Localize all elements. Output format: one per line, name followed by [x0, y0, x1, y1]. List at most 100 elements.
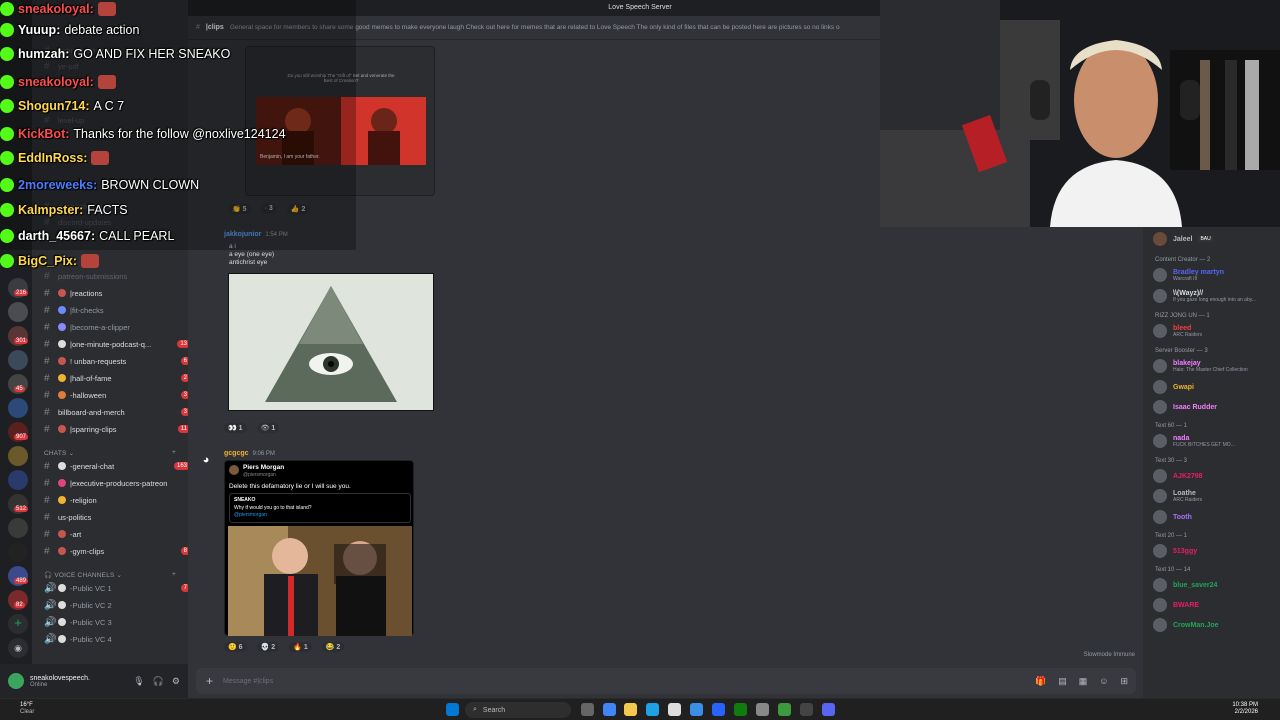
member-item[interactable]: AJK2798 [1153, 468, 1278, 484]
server-icon[interactable]: 489 [8, 566, 29, 586]
eye-pyramid-image[interactable] [228, 273, 434, 411]
category-chats[interactable]: CHATS ⌄ + [44, 449, 176, 457]
category-voice-channels[interactable]: 🎧 VOICE CHANNELS ⌄ + [44, 571, 176, 579]
app-icon[interactable] [756, 703, 769, 716]
channel-item-halloween[interactable]: # -halloween 3 [44, 387, 190, 403]
apps-icon[interactable]: ⊞ [1120, 676, 1128, 687]
voice-channel-item[interactable]: 🔊 -Public VC 3 [44, 614, 190, 630]
discord-avatar-icon[interactable]: ◕ [197, 451, 215, 469]
microphone-icon[interactable]: 🎙 [133, 676, 144, 687]
voice-channel-item[interactable]: 🔊 -Public VC 4 [44, 631, 190, 647]
app-icon[interactable] [690, 703, 703, 716]
member-item[interactable]: CrowMan.Joe [1153, 617, 1278, 633]
channel-item-executive-producers[interactable]: # |executive-producers-patreon [44, 475, 190, 491]
server-icon[interactable]: 216 [8, 278, 29, 298]
system-clock[interactable]: 10:38 PM 2/2/2026 [1232, 702, 1258, 716]
member-item[interactable]: Gwapi [1153, 379, 1278, 395]
server-icon[interactable]: 82 [8, 590, 28, 610]
member-activity: If you gaze long enough into an aby... [1173, 296, 1257, 303]
sticker-icon[interactable]: ▦ [1079, 676, 1088, 687]
message-author[interactable]: gcgcgc 9:06 PM [224, 450, 275, 457]
gift-icon[interactable]: 🎁 [1035, 676, 1046, 687]
channel-item-become-a-clipper[interactable]: # |become-a-clipper [44, 319, 190, 335]
server-icon[interactable] [8, 470, 28, 490]
start-icon[interactable] [446, 703, 459, 716]
member-name: 513ggy [1173, 547, 1198, 555]
taskbar-search[interactable]: ⌕ Search [465, 702, 571, 718]
channel-item-reactions[interactable]: # |reactions [44, 285, 190, 301]
member-item[interactable]: BWARE [1153, 597, 1278, 613]
member-item[interactable]: Bradley martyn Warcraft III [1153, 267, 1278, 283]
task-view-icon[interactable] [581, 703, 594, 716]
emoji-icon[interactable]: ☺ [1099, 676, 1108, 687]
channel-item-one-minute-podcast[interactable]: # |one-minute-podcast-q... 13 [44, 336, 190, 352]
store-icon[interactable] [668, 703, 681, 716]
category-label: VOICE CHANNELS [54, 572, 115, 579]
reaction[interactable]: 👀 1 [224, 423, 247, 433]
tweet-photo[interactable] [228, 526, 412, 636]
weather-widget[interactable]: 16°F Clear [20, 702, 34, 716]
stream-chat-line: Yuuup: debate action [0, 18, 139, 42]
channel-item-art[interactable]: # -art [44, 526, 190, 542]
reaction[interactable]: 💀 2 [256, 642, 280, 652]
user-avatar[interactable] [8, 673, 24, 689]
screen: Love Speech Server 216 301 45 907 512 48… [0, 0, 1280, 720]
channel-item-unban-requests[interactable]: #! unban-requests 6 [44, 353, 190, 369]
channel-item-religion[interactable]: # -religion [44, 492, 190, 508]
xbox-icon[interactable] [734, 703, 747, 716]
stream-chat-line: Shogun714: A C 7 [0, 94, 124, 118]
member-item[interactable]: Loathe ARC Raiders [1153, 488, 1278, 504]
chrome-icon[interactable] [603, 703, 616, 716]
reaction[interactable]: 😂 2 [321, 642, 345, 652]
server-icon[interactable] [8, 302, 28, 322]
channel-item-sparring-clips[interactable]: # |sparring-clips 11 [44, 421, 190, 437]
member-item[interactable]: bleed ARC Raiders [1153, 323, 1278, 339]
server-icon[interactable] [8, 518, 28, 538]
obs-icon[interactable] [800, 703, 813, 716]
member-item[interactable]: Isaac Rudder [1153, 399, 1278, 415]
server-icon[interactable] [8, 398, 28, 418]
member-item[interactable]: Tooth [1153, 509, 1278, 525]
headphones-icon[interactable]: 🎧 [153, 676, 164, 687]
gear-icon[interactable]: ⚙ [172, 676, 180, 687]
app-icon[interactable] [712, 703, 725, 716]
member-item[interactable]: nada FUCK BITCHES GET MO... [1153, 433, 1278, 449]
add-attachment-icon[interactable]: + [206, 674, 213, 688]
channel-item-gym-clips[interactable]: # -gym-clips 8 [44, 543, 190, 559]
discover-icon[interactable]: ◉ [8, 638, 28, 658]
file-explorer-icon[interactable] [624, 703, 637, 716]
member-item[interactable]: blakejay Halo: The Master Chief Collectio… [1153, 358, 1278, 374]
server-icon[interactable] [8, 350, 28, 370]
reaction[interactable]: 👁 1 [256, 423, 280, 433]
channel-item-general-chat[interactable]: # -general-chat 163 [44, 458, 190, 474]
member-item[interactable]: blue_saver24 [1153, 577, 1278, 593]
member-item[interactable]: 513ggy [1153, 543, 1278, 559]
server-icon[interactable]: 45 [8, 374, 28, 394]
gif-icon[interactable]: ▤ [1058, 676, 1067, 687]
chat-emote [91, 151, 110, 165]
server-icon[interactable] [8, 446, 28, 466]
reaction[interactable]: 🙂 6 [224, 642, 247, 652]
message-input[interactable]: Message #|clips [223, 678, 273, 685]
channel-label: -Public VC 1 [70, 583, 112, 593]
channel-item-fit-checks[interactable]: # |fit-checks [44, 302, 190, 318]
tweet-embed[interactable]: Piers Morgan @piersmorgan Delete this de… [224, 460, 414, 636]
voice-channel-item[interactable]: 🔊 -Public VC 2 [44, 597, 190, 613]
discord-icon[interactable] [822, 703, 835, 716]
edge-icon[interactable] [646, 703, 659, 716]
member-avatar [1153, 434, 1167, 448]
user-info[interactable]: sneakolovespeech. Online [30, 675, 90, 688]
voice-channel-item[interactable]: 🔊 -Public VC 17 [44, 580, 190, 596]
server-icon[interactable]: 301 [8, 326, 29, 346]
member-item[interactable]: Jaleel BAU [1153, 231, 1278, 247]
member-item[interactable]: \\(Wayz)//If you gaze long enough into a… [1153, 288, 1278, 304]
channel-item-hall-of-fame[interactable]: # |hall-of-fame 2 [44, 370, 190, 386]
server-icon[interactable] [8, 542, 28, 562]
server-icon[interactable]: 907 [8, 422, 29, 442]
add-server-icon[interactable]: + [8, 614, 28, 634]
reaction[interactable]: 🔥 1 [289, 642, 312, 652]
channel-item-billboard-and-merch[interactable]: # billboard-and-merch 3 [44, 404, 190, 420]
server-icon[interactable]: 512 [8, 494, 29, 514]
channel-item-us-politics[interactable]: # us-politics [44, 509, 190, 525]
app-icon[interactable] [778, 703, 791, 716]
